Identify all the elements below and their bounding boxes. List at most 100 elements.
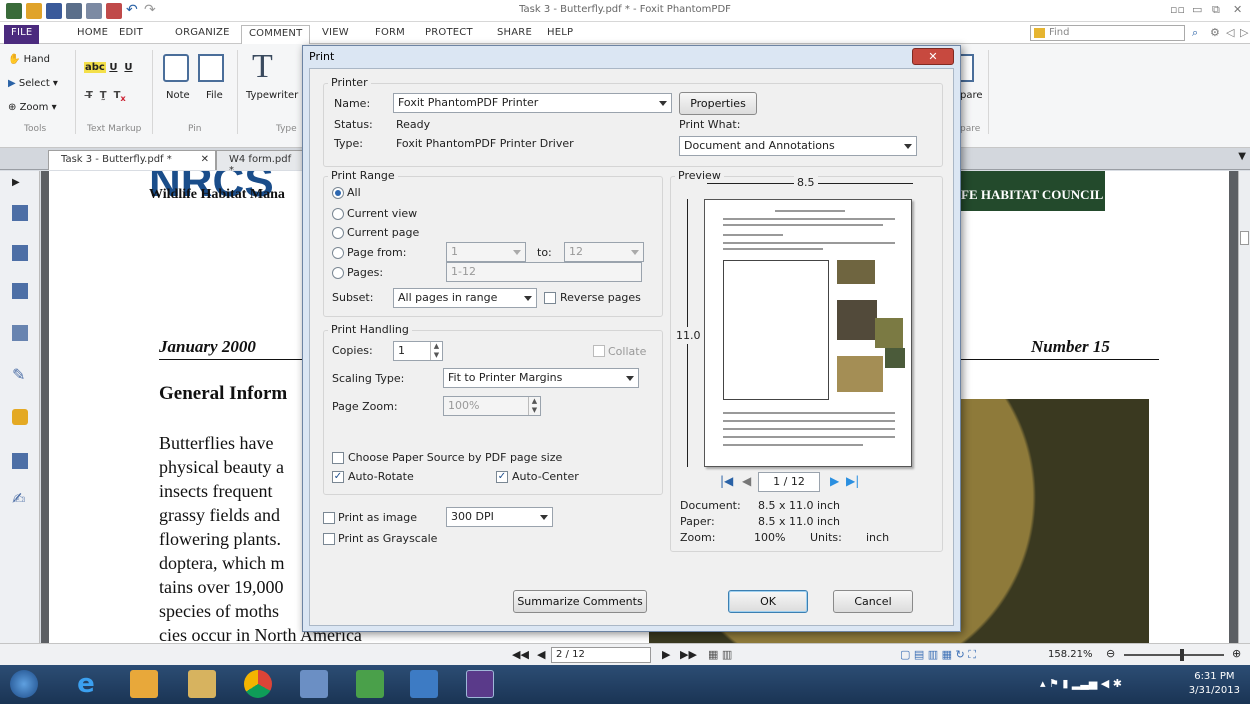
fields-icon[interactable] <box>12 453 28 469</box>
range-page-from-radio[interactable] <box>332 247 344 259</box>
typewriter-icon[interactable]: T <box>252 48 273 86</box>
tray-icons[interactable]: ▴ ⚑ ▮ ▂▃▅ ◀ ✱ <box>1040 677 1122 690</box>
select-tool[interactable]: ▶ Select ▾ <box>8 78 58 89</box>
preview-first-page-icon[interactable]: |◀ <box>720 474 733 488</box>
print-what-select[interactable]: Document and Annotations <box>679 136 917 156</box>
bookmarks-icon[interactable] <box>12 205 28 221</box>
close-icon[interactable]: ✕ <box>1233 3 1242 16</box>
view-mode-icons[interactable]: ▢ ▤ ▥ ▦ ↻ ⛶ <box>900 648 976 662</box>
collate-checkbox[interactable] <box>593 345 605 357</box>
gear-icon[interactable]: ⚙ <box>1210 26 1220 39</box>
auto-rotate-checkbox[interactable]: ✓ <box>332 471 344 483</box>
range-pages-radio[interactable] <box>332 267 344 279</box>
signature-icon[interactable]: ✍ <box>12 489 28 508</box>
tab-form[interactable]: FORM <box>368 25 412 44</box>
file-attach-icon[interactable] <box>198 54 224 82</box>
tab-edit[interactable]: EDIT <box>112 25 150 44</box>
forward-icon[interactable]: ▷ <box>1240 26 1248 39</box>
cancel-button[interactable]: Cancel <box>833 590 913 613</box>
copies-input[interactable]: 1 ▲ ▼ <box>393 341 443 361</box>
zoom-slider[interactable] <box>1124 654 1224 656</box>
note-icon[interactable] <box>163 54 189 82</box>
start-button-icon[interactable] <box>10 670 38 698</box>
attachments-icon[interactable]: ✎ <box>12 365 28 384</box>
properties-button[interactable]: Properties <box>679 92 757 115</box>
page-zoom-stepper-icon[interactable]: ▲ ▼ <box>528 397 540 415</box>
hand-tool[interactable]: ✋ Hand <box>8 54 50 65</box>
tab-help[interactable]: HELP <box>540 25 580 44</box>
tab-protect[interactable]: PROTECT <box>418 25 480 44</box>
tab-share[interactable]: SHARE <box>490 25 539 44</box>
auto-center-checkbox[interactable]: ✓ <box>496 471 508 483</box>
page-number-input[interactable]: 2 / 12 <box>551 647 651 663</box>
page-to-select[interactable]: 12 <box>564 242 644 262</box>
summarize-comments-button[interactable]: Summarize Comments <box>513 590 647 613</box>
expand-panel-icon[interactable]: ▶ <box>12 177 28 193</box>
minimize-icon[interactable]: ▭ <box>1192 3 1202 16</box>
file-button[interactable]: File <box>206 90 223 101</box>
preview-page-input[interactable]: 1 / 12 <box>758 472 820 492</box>
preview-prev-page-icon[interactable]: ◀ <box>742 474 751 488</box>
zoom-in-icon[interactable]: ⊕ <box>1232 647 1241 660</box>
first-page-icon[interactable]: ◀◀ <box>512 648 529 661</box>
page-layout-icon[interactable]: ▦ ▥ <box>708 648 732 661</box>
maximize-icon[interactable]: ⧉ <box>1212 3 1220 17</box>
explorer-icon[interactable] <box>188 670 216 698</box>
vertical-scrollbar[interactable] <box>1238 171 1250 643</box>
last-page-icon[interactable]: ▶▶ <box>680 648 697 661</box>
network-app-icon[interactable] <box>356 670 384 698</box>
highlight-text-icon[interactable]: abc U U <box>84 62 133 73</box>
clock[interactable]: 6:31 PM 3/31/2013 <box>1189 670 1240 698</box>
chrome-icon[interactable] <box>244 670 272 698</box>
preview-next-page-icon[interactable]: ▶ <box>830 474 839 488</box>
internet-explorer-icon[interactable]: e <box>72 670 100 698</box>
paint-icon[interactable] <box>300 670 328 698</box>
grayscale-checkbox[interactable] <box>323 533 335 545</box>
paper-source-checkbox[interactable] <box>332 452 344 464</box>
tab-comment[interactable]: COMMENT <box>241 25 311 44</box>
note-button[interactable]: Note <box>166 90 190 101</box>
tab-list-icon[interactable]: ▼ <box>1238 151 1246 162</box>
pages-input[interactable]: 1-12 <box>446 262 642 282</box>
find-input[interactable]: Find <box>1030 25 1185 41</box>
outlook-icon[interactable] <box>130 670 158 698</box>
typewriter-button[interactable]: Typewriter <box>246 90 298 101</box>
layers-icon[interactable] <box>12 283 28 299</box>
scroll-thumb[interactable] <box>1240 231 1249 245</box>
tab-organize[interactable]: ORGANIZE <box>168 25 237 44</box>
comments-icon[interactable] <box>12 325 28 341</box>
dialog-close-button[interactable]: ✕ <box>912 48 954 65</box>
zoom-slider-handle[interactable] <box>1180 649 1184 661</box>
calculator-icon[interactable] <box>410 670 438 698</box>
zoom-tool[interactable]: ⊕ Zoom ▾ <box>8 102 57 113</box>
ok-button[interactable]: OK <box>728 590 808 613</box>
close-tab-icon[interactable]: ✕ <box>201 154 209 165</box>
prev-page-icon[interactable]: ◀ <box>537 648 545 661</box>
print-as-image-checkbox[interactable] <box>323 512 335 524</box>
next-page-icon[interactable]: ▶ <box>662 648 670 661</box>
security-icon[interactable] <box>12 409 28 425</box>
foxit-pdf-icon[interactable] <box>466 670 494 698</box>
preview-last-page-icon[interactable]: ▶| <box>846 474 859 488</box>
copies-stepper-icon[interactable]: ▲ ▼ <box>430 342 442 360</box>
scaling-type-select[interactable]: Fit to Printer Margins <box>443 368 639 388</box>
subset-select[interactable]: All pages in range <box>393 288 537 308</box>
range-all-radio[interactable] <box>332 187 344 199</box>
printer-name-select[interactable]: Foxit PhantomPDF Printer <box>393 93 672 113</box>
dpi-select[interactable]: 300 DPI <box>446 507 553 527</box>
tab-home[interactable]: HOME <box>70 25 115 44</box>
range-current-view-radio[interactable] <box>332 208 344 220</box>
search-icon[interactable]: ⌕ <box>1192 26 1198 40</box>
page-from-select[interactable]: 1 <box>446 242 526 262</box>
tab-file[interactable]: FILE <box>4 25 40 44</box>
compare-button[interactable]: pare <box>960 90 983 101</box>
reverse-pages-checkbox[interactable] <box>544 292 556 304</box>
doc-tab-butterfly[interactable]: Task 3 - Butterfly.pdf * ✕ <box>48 150 216 170</box>
page-zoom-input[interactable]: 100% ▲ ▼ <box>443 396 541 416</box>
strikeout-icon[interactable]: T̶ T̰ Tx <box>86 90 126 103</box>
zoom-out-icon[interactable]: ⊖ <box>1106 647 1115 660</box>
doc-tab-w4[interactable]: W4 form.pdf * <box>216 150 308 176</box>
back-icon[interactable]: ◁ <box>1226 26 1234 39</box>
tab-view[interactable]: VIEW <box>315 25 356 44</box>
pages-icon[interactable] <box>12 245 28 261</box>
